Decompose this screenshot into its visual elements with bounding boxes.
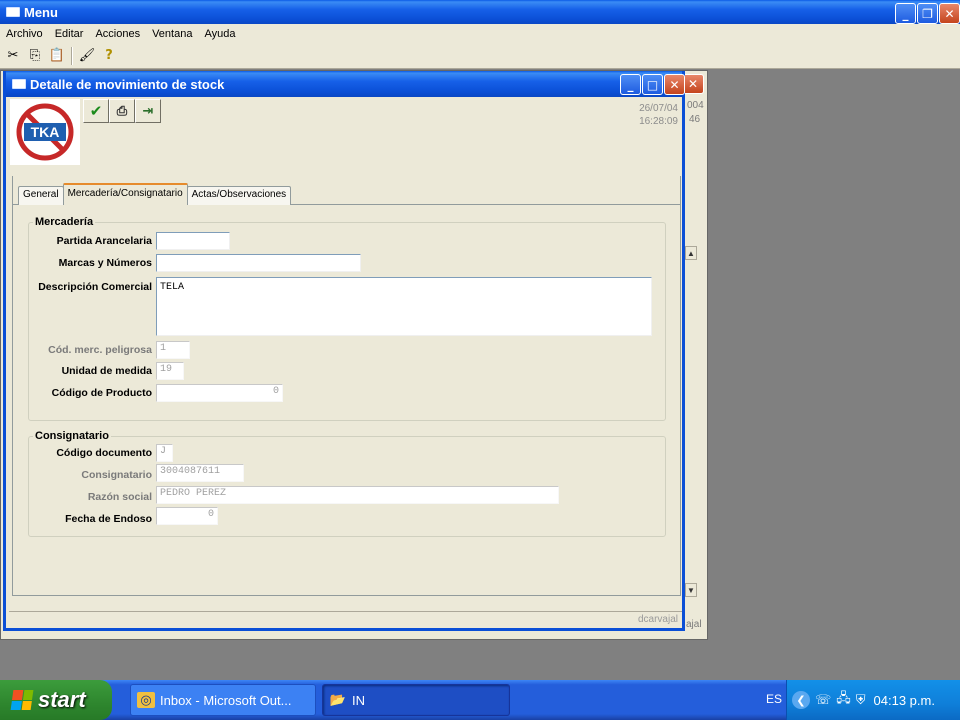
folder-icon: 📂 (329, 692, 347, 708)
brush-icon[interactable]: 🖌 (76, 45, 98, 67)
partida-arancelaria-label: Partida Arancelaria (56, 235, 152, 247)
consignatario-label: Consignatario (81, 469, 152, 481)
windows-logo-icon (10, 690, 34, 710)
print-button[interactable]: ⎙ (109, 99, 135, 123)
tka-logo-graphic: TKA (16, 103, 74, 161)
background-scroll-up[interactable]: ▲ (685, 246, 697, 260)
task-button-in[interactable]: 📂 IN (322, 684, 510, 716)
dialog-close-button[interactable]: ✕ (664, 74, 685, 95)
status-user: dcarvajal (637, 614, 678, 625)
taskbar: start ◎ Inbox - Microsoft Out... 📂 IN ES… (0, 680, 960, 720)
fecha-endoso-label: Fecha de Endoso (65, 513, 152, 525)
app-window-icon[interactable] (6, 7, 20, 17)
unidad-medida-input[interactable]: 19 (156, 362, 184, 380)
menu-ayuda[interactable]: Ayuda (198, 28, 241, 40)
dialog-maximize-button[interactable]: □ (642, 74, 663, 95)
task-button-outlook[interactable]: ◎ Inbox - Microsoft Out... (130, 684, 316, 716)
codigo-documento-input[interactable]: J (156, 444, 173, 462)
confirm-check-button[interactable]: ✔ (83, 99, 109, 123)
app-close-button[interactable]: ✕ (939, 3, 960, 24)
system-tray: ❮ ☏ 🖧 ⛨ 04:13 p.m. (786, 680, 960, 720)
tab-general[interactable]: General (18, 186, 64, 205)
toolbar-separator (71, 46, 73, 65)
security-icon[interactable]: ⛨ (856, 693, 866, 708)
partida-arancelaria-input[interactable] (156, 232, 230, 250)
codigo-producto-input[interactable]: 0 (156, 384, 283, 402)
marcas-numeros-input[interactable] (156, 254, 361, 272)
dialog-minimize-button[interactable]: _ (620, 74, 641, 95)
taskbar-clock[interactable]: 04:13 p.m. (874, 693, 935, 708)
tray-expand-icon[interactable]: ❮ (792, 691, 810, 709)
task-in-label: IN (352, 692, 365, 708)
razon-social-label: Razón social (87, 491, 152, 503)
dialog-window-icon[interactable] (12, 79, 26, 89)
dialog-title-bar[interactable]: Detalle de movimiento de stock _ □ ✕ (6, 71, 685, 97)
tab-strip: General Mercadería/Consignatario Actas/O… (18, 183, 292, 205)
codigo-producto-label: Código de Producto (51, 387, 152, 399)
consignatario-legend: Consignatario (35, 430, 109, 442)
dialog-title: Detalle de movimiento de stock (30, 76, 225, 92)
dialog-date: 26/07/04 (639, 103, 678, 114)
descripcion-comercial-label: Descripción Comercial (38, 281, 152, 293)
tab-actas-observaciones[interactable]: Actas/Observaciones (186, 186, 292, 205)
start-label: start (38, 687, 86, 712)
tab-mercaderia-consignatario[interactable]: Mercadería/Consignatario (62, 183, 188, 205)
cod-merc-peligrosa-label: Cód. merc. peligrosa (48, 344, 152, 356)
cut-icon[interactable]: ✂ (2, 45, 24, 67)
dialog-datetime: 26/07/04 16:28:09 (639, 102, 678, 128)
marcas-numeros-label: Marcas y Números (58, 257, 152, 269)
stock-movement-dialog: Detalle de movimiento de stock _ □ ✕ TKA… (3, 71, 685, 631)
app-minimize-button[interactable]: _ (895, 3, 916, 24)
dialog-toolbar: ✔ ⎙ ⇥ (83, 99, 161, 123)
razon-social-input[interactable]: PEDRO PEREZ (156, 486, 559, 504)
tka-logo: TKA (10, 99, 80, 165)
unidad-medida-label: Unidad de medida (61, 365, 152, 377)
cod-merc-peligrosa-input[interactable]: 1 (156, 341, 190, 359)
task-outlook-label: Inbox - Microsoft Out... (160, 692, 292, 708)
language-indicator[interactable]: ES (766, 692, 782, 706)
background-user-fragment: ajal (686, 619, 702, 630)
background-date-fragment: 004 (687, 100, 704, 111)
copy-icon[interactable]: ⎘ (24, 45, 46, 67)
descripcion-comercial-textarea[interactable]: TELA (156, 277, 652, 336)
phone-icon[interactable]: ☏ (815, 693, 831, 708)
dialog-time: 16:28:09 (639, 116, 678, 127)
background-scroll-down[interactable]: ▼ (685, 583, 697, 597)
fecha-endoso-input[interactable]: 0 (156, 507, 218, 525)
start-button[interactable]: start (0, 680, 112, 720)
codigo-documento-label: Código documento (56, 447, 152, 459)
menu-ventana[interactable]: Ventana (146, 28, 198, 40)
main-toolbar: ✂ ⎘ 📋 🖌 ? (0, 43, 960, 69)
menu-archivo[interactable]: Archivo (0, 28, 49, 40)
network-icon[interactable]: 🖧 (836, 689, 851, 711)
consignatario-input[interactable]: 3004087611 (156, 464, 244, 482)
app-title-bar[interactable]: Menu _ ❐ ✕ (0, 0, 960, 24)
outlook-icon: ◎ (137, 692, 155, 708)
app-restore-button[interactable]: ❐ (917, 3, 938, 24)
help-icon[interactable]: ? (98, 45, 120, 67)
mercaderia-legend: Mercadería (35, 216, 94, 228)
dialog-status-bar: dcarvajal (9, 611, 682, 627)
menu-bar: Archivo Editar Acciones Ventana Ayuda (0, 24, 960, 43)
logo-text: TKA (31, 124, 60, 140)
menu-acciones[interactable]: Acciones (89, 28, 146, 40)
paste-icon[interactable]: 📋 (46, 45, 68, 67)
menu-editar[interactable]: Editar (49, 28, 90, 40)
background-window-close-button[interactable]: ✕ (682, 74, 704, 94)
app-title: Menu (24, 4, 58, 20)
background-time-fragment: 46 (689, 114, 701, 125)
exit-door-button[interactable]: ⇥ (135, 99, 161, 123)
